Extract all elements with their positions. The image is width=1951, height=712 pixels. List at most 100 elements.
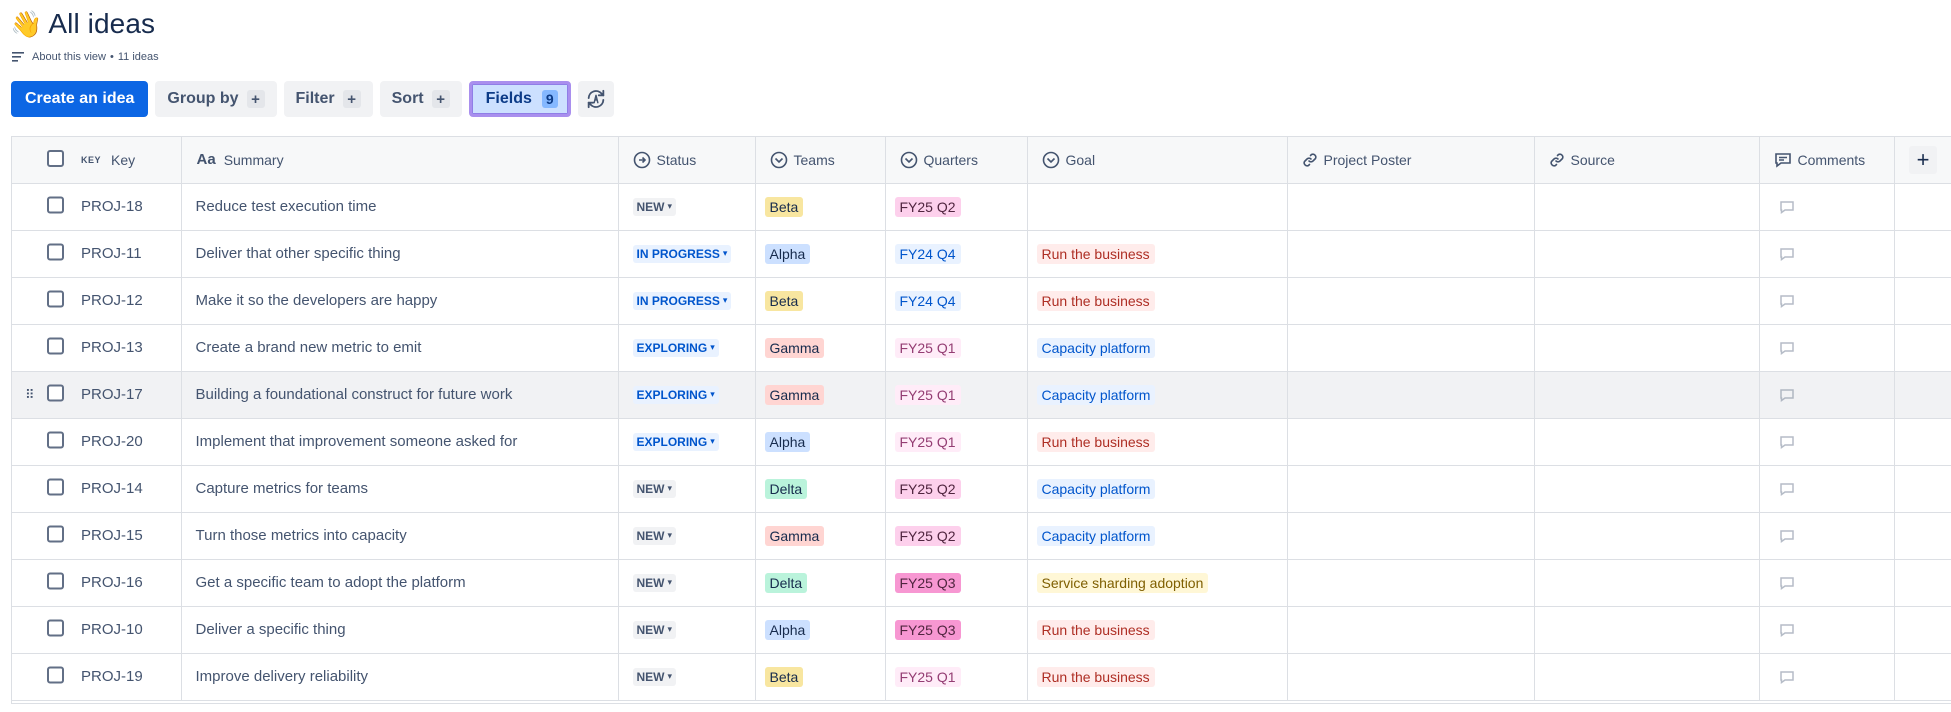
comment-icon[interactable] (1779, 529, 1795, 543)
status-cell[interactable]: NEW ▾ (618, 559, 756, 607)
project-poster-cell[interactable] (1287, 230, 1535, 278)
teams-cell[interactable]: Beta (755, 183, 886, 231)
row-checkbox[interactable] (47, 619, 64, 636)
comment-icon[interactable] (1779, 341, 1795, 355)
fields-button[interactable]: Fields 9 (468, 81, 571, 117)
key-cell[interactable]: ⠿ PROJ-17 (12, 371, 182, 419)
summary-text[interactable]: Turn those metrics into capacity (196, 527, 407, 544)
team-lozenge[interactable]: Beta (764, 666, 804, 687)
project-poster-cell[interactable] (1287, 371, 1535, 419)
project-poster-cell[interactable] (1287, 559, 1535, 607)
summary-cell[interactable]: Improve delivery reliability (181, 653, 619, 701)
summary-cell[interactable]: Get a specific team to adopt the platfor… (181, 559, 619, 607)
quarters-cell[interactable]: FY25 Q2 (885, 465, 1028, 513)
comment-icon[interactable] (1779, 623, 1795, 637)
goal-cell[interactable]: Capacity platform (1027, 512, 1288, 560)
select-all-checkbox[interactable] (47, 149, 64, 167)
comments-cell[interactable] (1759, 230, 1895, 278)
summary-cell[interactable]: Implement that improvement someone asked… (181, 418, 619, 466)
comment-icon[interactable] (1779, 247, 1795, 261)
teams-cell[interactable]: Gamma (755, 324, 886, 372)
table-row[interactable]: PROJ-20 Implement that improvement someo… (12, 418, 1951, 466)
quarter-lozenge[interactable]: FY25 Q3 (894, 572, 961, 593)
quarters-cell[interactable]: FY25 Q2 (885, 183, 1028, 231)
summary-text[interactable]: Create a brand new metric to emit (196, 339, 422, 356)
row-checkbox[interactable] (47, 572, 64, 589)
comments-cell[interactable] (1759, 512, 1895, 560)
row-checkbox[interactable] (47, 196, 64, 213)
goal-lozenge[interactable]: Run the business (1036, 243, 1155, 264)
column-header-status[interactable]: Status (618, 137, 756, 184)
status-cell[interactable]: NEW ▾ (618, 465, 756, 513)
goal-lozenge[interactable]: Service sharding adoption (1036, 572, 1209, 593)
column-header-goal[interactable]: Goal (1027, 137, 1288, 184)
goal-lozenge[interactable]: Run the business (1036, 619, 1155, 640)
status-lozenge[interactable]: EXPLORING ▾ (632, 432, 719, 451)
source-cell[interactable] (1534, 277, 1760, 325)
goal-cell[interactable]: Capacity platform (1027, 465, 1288, 513)
issue-key[interactable]: PROJ-19 (81, 668, 143, 685)
comment-icon[interactable] (1779, 576, 1795, 590)
row-checkbox[interactable] (47, 243, 64, 260)
teams-cell[interactable]: Alpha (755, 606, 886, 654)
quarters-cell[interactable]: FY25 Q1 (885, 653, 1028, 701)
comment-icon[interactable] (1779, 294, 1795, 308)
status-cell[interactable]: NEW ▾ (618, 606, 756, 654)
key-cell[interactable]: PROJ-19 (12, 653, 182, 701)
column-header-teams[interactable]: Teams (755, 137, 886, 184)
status-lozenge[interactable]: EXPLORING ▾ (632, 385, 719, 404)
group-by-button[interactable]: Group by + (155, 81, 277, 117)
key-cell[interactable]: PROJ-14 (12, 465, 182, 513)
table-row[interactable]: PROJ-10 Deliver a specific thing NEW ▾ Al… (12, 606, 1951, 654)
issue-key[interactable]: PROJ-20 (81, 433, 143, 450)
goal-cell[interactable]: Run the business (1027, 606, 1288, 654)
quarter-lozenge[interactable]: FY25 Q1 (894, 337, 961, 358)
summary-text[interactable]: Improve delivery reliability (196, 668, 369, 685)
comments-cell[interactable] (1759, 418, 1895, 466)
source-cell[interactable] (1534, 465, 1760, 513)
status-lozenge[interactable]: NEW ▾ (632, 573, 677, 592)
quarter-lozenge[interactable]: FY25 Q1 (894, 431, 961, 452)
quarter-lozenge[interactable]: FY25 Q3 (894, 619, 961, 640)
status-cell[interactable]: NEW ▾ (618, 512, 756, 560)
team-lozenge[interactable]: Delta (764, 478, 808, 499)
quarters-cell[interactable]: FY25 Q2 (885, 512, 1028, 560)
comments-cell[interactable] (1759, 606, 1895, 654)
goal-lozenge[interactable]: Run the business (1036, 431, 1155, 452)
teams-cell[interactable]: Gamma (755, 371, 886, 419)
teams-cell[interactable]: Alpha (755, 230, 886, 278)
teams-cell[interactable]: Alpha (755, 418, 886, 466)
issue-key[interactable]: PROJ-16 (81, 574, 143, 591)
quarters-cell[interactable]: FY25 Q1 (885, 371, 1028, 419)
issue-key[interactable]: PROJ-12 (81, 292, 143, 309)
team-lozenge[interactable]: Gamma (764, 384, 825, 405)
status-lozenge[interactable]: EXPLORING ▾ (632, 338, 719, 357)
comment-icon[interactable] (1779, 388, 1795, 402)
status-lozenge[interactable]: NEW ▾ (632, 526, 677, 545)
key-cell[interactable]: PROJ-13 (12, 324, 182, 372)
team-lozenge[interactable]: Alpha (764, 243, 811, 264)
about-view-link[interactable]: About this view (32, 51, 106, 63)
issue-key[interactable]: PROJ-18 (81, 198, 143, 215)
comments-cell[interactable] (1759, 465, 1895, 513)
row-checkbox[interactable] (47, 290, 64, 307)
status-lozenge[interactable]: IN PROGRESS ▾ (632, 291, 732, 310)
summary-text[interactable]: Deliver a specific thing (196, 621, 346, 638)
key-cell[interactable]: PROJ-15 (12, 512, 182, 560)
goal-cell[interactable]: Run the business (1027, 653, 1288, 701)
quarter-lozenge[interactable]: FY25 Q1 (894, 384, 961, 405)
summary-cell[interactable]: Building a foundational construct for fu… (181, 371, 619, 419)
add-column-button[interactable]: + (1909, 145, 1937, 174)
teams-cell[interactable]: Gamma (755, 512, 886, 560)
project-poster-cell[interactable] (1287, 512, 1535, 560)
table-row[interactable]: PROJ-18 Reduce test execution time NEW ▾ … (12, 183, 1951, 231)
project-poster-cell[interactable] (1287, 418, 1535, 466)
status-cell[interactable]: EXPLORING ▾ (618, 371, 756, 419)
summary-text[interactable]: Reduce test execution time (196, 198, 377, 215)
quarter-lozenge[interactable]: FY24 Q4 (894, 290, 961, 311)
team-lozenge[interactable]: Gamma (764, 337, 825, 358)
key-cell[interactable]: PROJ-20 (12, 418, 182, 466)
status-lozenge[interactable]: NEW ▾ (632, 667, 677, 686)
sync-button[interactable] (577, 81, 614, 117)
summary-text[interactable]: Deliver that other specific thing (196, 245, 401, 262)
